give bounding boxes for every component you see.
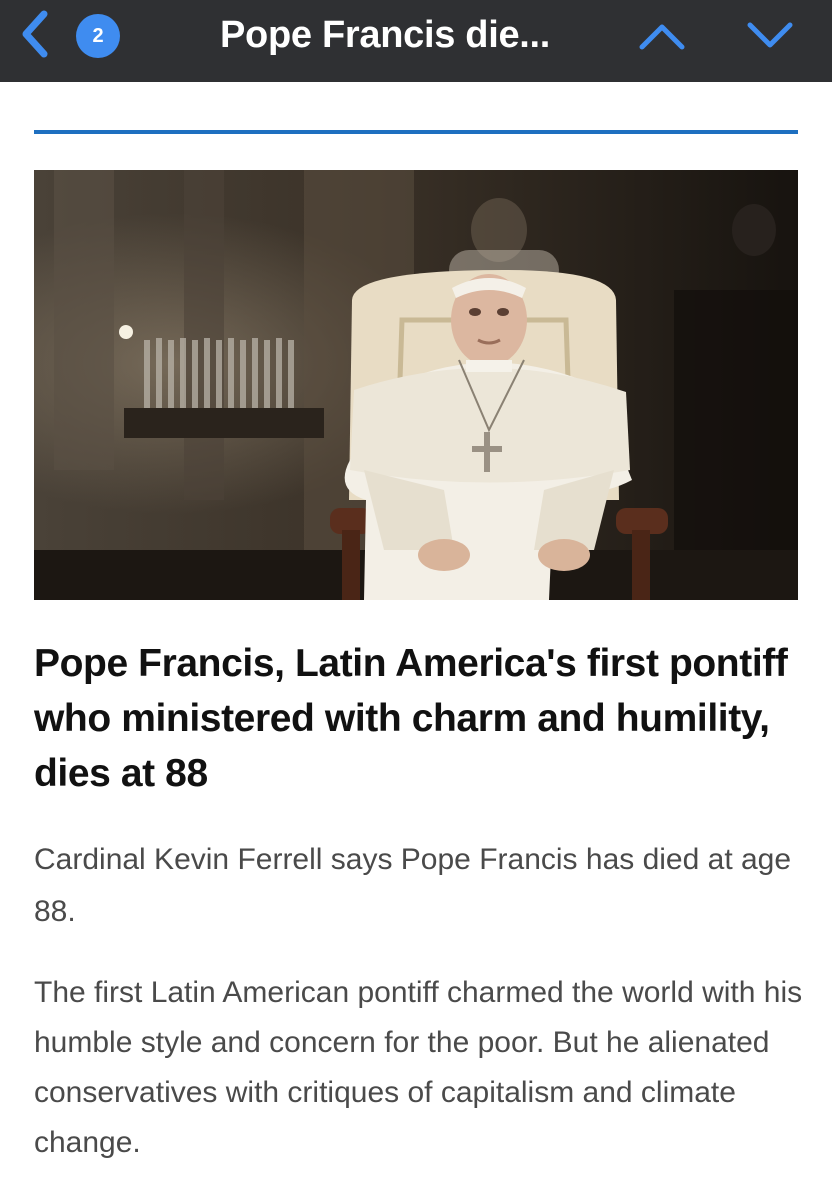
- article-photo: [34, 170, 798, 600]
- article-headline: Pope Francis, Latin America's first pont…: [34, 642, 788, 795]
- next-article-button[interactable]: [742, 12, 798, 60]
- back-button[interactable]: [14, 8, 56, 60]
- count-badge[interactable]: 2: [76, 14, 120, 58]
- article-lede: Cardinal Kevin Ferrell says Pope Francis…: [34, 843, 792, 928]
- chevron-left-icon: [22, 10, 48, 58]
- header-divider: [34, 130, 798, 134]
- chevron-down-icon: [747, 22, 793, 48]
- article-body: The first Latin American pontiff charmed…: [34, 976, 803, 1159]
- previous-article-button[interactable]: [634, 12, 690, 60]
- top-navigation-bar: 2 Pope Francis die...: [0, 0, 832, 82]
- page-title: Pope Francis die...: [220, 14, 551, 56]
- chevron-up-icon: [639, 24, 685, 50]
